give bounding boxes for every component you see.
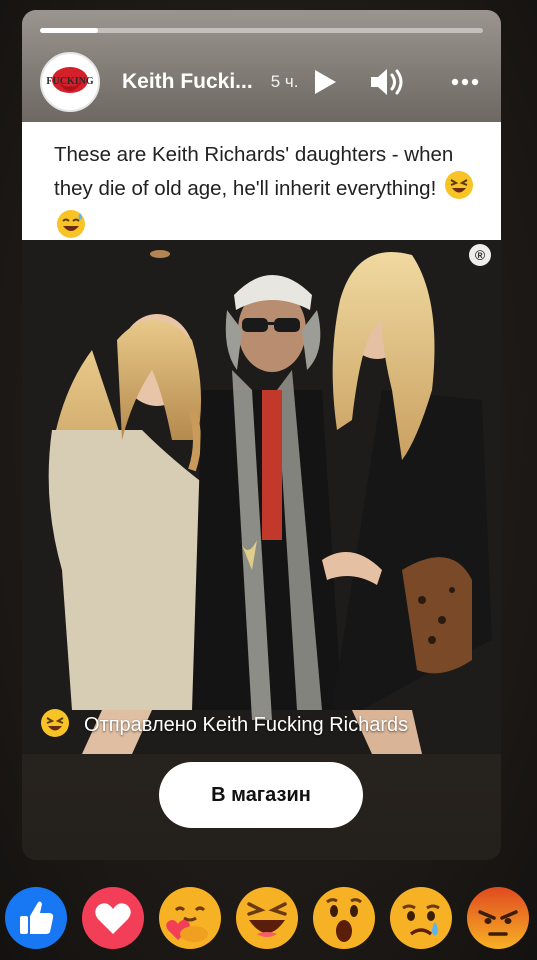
shop-button[interactable]: В магазин xyxy=(159,762,363,828)
post-card: These are Keith Richards' daughters - wh… xyxy=(22,122,501,754)
registered-mark-icon: ® xyxy=(469,244,491,266)
sent-by-text: Отправлено Keith Fucking Richards xyxy=(84,714,409,736)
love-icon[interactable] xyxy=(81,886,145,950)
reaction-bar xyxy=(0,886,537,950)
play-icon[interactable] xyxy=(312,68,338,96)
laughing-emoji-icon xyxy=(444,170,474,209)
story-header: FUCKING Keith Fucki... 5 ч. xyxy=(40,52,483,112)
like-icon[interactable] xyxy=(4,886,68,950)
angry-icon[interactable] xyxy=(466,886,530,950)
avatar-logo-text: FUCKING xyxy=(46,76,93,87)
post-text: These are Keith Richards' daughters - wh… xyxy=(54,140,474,248)
laughing-emoji-icon xyxy=(40,708,70,743)
post-time: 5 ч. xyxy=(270,72,299,91)
author-name[interactable]: Keith Fucki... xyxy=(122,70,253,94)
wow-icon[interactable] xyxy=(312,886,376,950)
care-icon[interactable] xyxy=(158,886,222,950)
story-progress-bar xyxy=(40,28,483,33)
sent-by-line: Отправлено Keith Fucking Richards xyxy=(40,708,408,743)
story-card: FUCKING Keith Fucki... 5 ч. These are Ke… xyxy=(22,10,501,860)
photo-three-people xyxy=(22,240,501,754)
sad-icon[interactable] xyxy=(389,886,453,950)
post-photo: ® xyxy=(22,240,501,754)
volume-icon[interactable] xyxy=(368,65,408,99)
post-caption: These are Keith Richards' daughters - wh… xyxy=(54,143,454,200)
rolling-stones-tongue-logo: FUCKING xyxy=(46,67,94,93)
haha-icon[interactable] xyxy=(235,886,299,950)
author-avatar[interactable]: FUCKING xyxy=(40,52,100,112)
story-progress-fill xyxy=(40,28,98,33)
more-options-icon[interactable] xyxy=(451,78,479,86)
